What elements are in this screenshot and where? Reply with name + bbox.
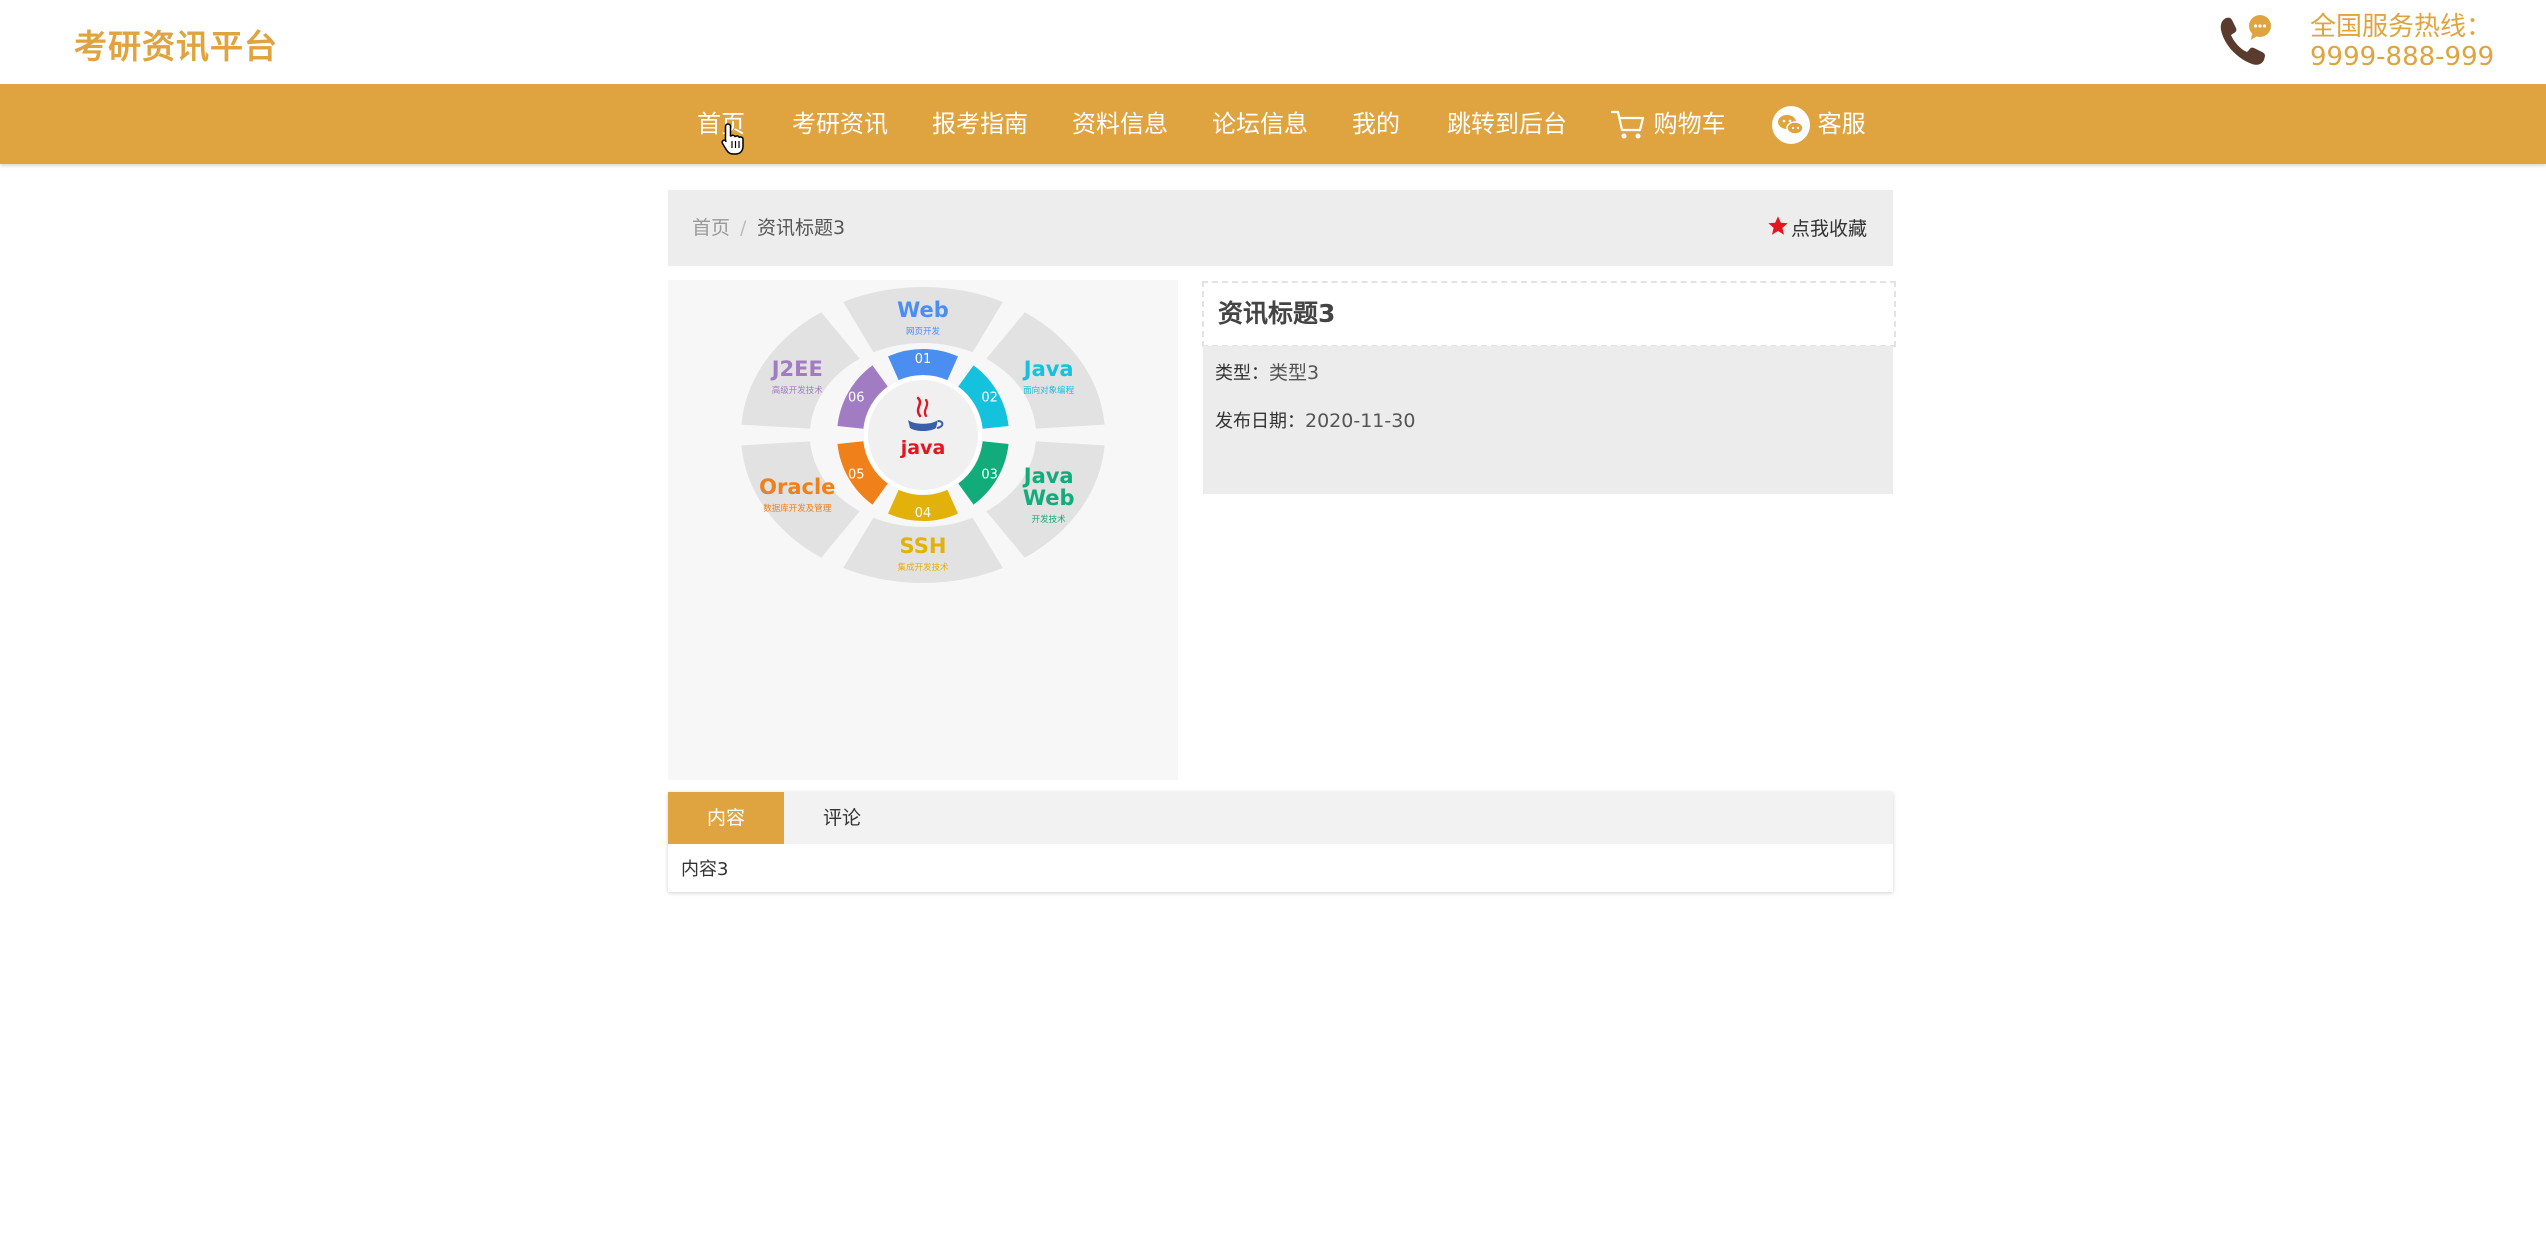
nav-guide[interactable]: 报考指南 bbox=[932, 84, 1028, 164]
infographic-title-03: Web bbox=[1023, 486, 1075, 510]
date-value: 2020-11-30 bbox=[1305, 410, 1416, 432]
infographic-title-05: Oracle bbox=[759, 475, 835, 499]
nav-materials[interactable]: 资料信息 bbox=[1072, 84, 1168, 164]
nav-admin[interactable]: 跳转到后台 bbox=[1447, 84, 1567, 164]
infographic-num-01: 01 bbox=[915, 352, 932, 367]
breadcrumb: 首页 / 资讯标题3 点我收藏 bbox=[668, 190, 1893, 266]
nav-cart-label: 购物车 bbox=[1653, 110, 1726, 138]
article-title: 资讯标题3 bbox=[1218, 299, 1336, 328]
tab-header: 内容 评论 bbox=[668, 792, 1893, 844]
type-label: 类型： bbox=[1215, 363, 1269, 384]
hotline-number: 9999-888-999 bbox=[2310, 42, 2495, 72]
infographic-title-04: SSH bbox=[900, 534, 947, 558]
infographic-num-04: 04 bbox=[915, 506, 932, 521]
java-tech-infographic: java 01Web网页开发02Java面向对象编程03 JavaWeb开发技术0… bbox=[741, 287, 1105, 583]
phone-chat-icon bbox=[2220, 15, 2271, 65]
site-logo[interactable]: 考研资讯平台 bbox=[74, 20, 278, 68]
infographic-sub-06: 高级开发技术 bbox=[772, 385, 824, 396]
nav-news[interactable]: 考研资讯 bbox=[792, 84, 888, 164]
infographic-num-03: 03 bbox=[981, 468, 998, 483]
breadcrumb-current: 资讯标题3 bbox=[757, 217, 846, 239]
article-image: java 01 Web 网页开发 02 Java 面向对象编程 03 Java Web 开发技术 0… bbox=[668, 280, 1178, 780]
date-row: 发布日期：2020-11-30 bbox=[1215, 407, 1415, 433]
infographic-title-01: Web bbox=[897, 298, 949, 322]
cart-icon bbox=[1610, 110, 1645, 139]
type-row: 类型：类型3 bbox=[1215, 358, 1319, 385]
wechat-icon bbox=[1772, 106, 1810, 144]
infographic-center bbox=[864, 376, 982, 494]
tab-content[interactable]: 内容 bbox=[668, 792, 784, 844]
date-label: 发布日期： bbox=[1215, 411, 1305, 432]
infographic-num-02: 02 bbox=[981, 391, 998, 406]
nav-forum[interactable]: 论坛信息 bbox=[1212, 84, 1308, 164]
nav-mine[interactable]: 我的 bbox=[1352, 84, 1400, 164]
nav-service-label: 客服 bbox=[1817, 110, 1866, 138]
hotline: 全国服务热线： 9999-888-999 bbox=[2310, 12, 2494, 72]
infographic-title-02: Java bbox=[1022, 357, 1074, 381]
infographic-sub-04: 集成开发技术 bbox=[897, 562, 949, 573]
main-nav: 首页 考研资讯 报考指南 资料信息 论坛信息 我的 跳转到后台 购物车 客服 bbox=[0, 84, 2546, 164]
article-info: 类型：类型3 发布日期：2020-11-30 bbox=[1203, 346, 1893, 494]
nav-cart[interactable]: 购物车 bbox=[1610, 84, 1726, 164]
top-header: 考研资讯平台 全国服务热线： 9999-888-999 bbox=[0, 0, 2546, 84]
article-title-box: 资讯标题3 bbox=[1202, 281, 1896, 347]
tab-content-body: 内容3 bbox=[681, 859, 729, 880]
star-icon bbox=[1768, 216, 1788, 235]
favorite-label: 点我收藏 bbox=[1790, 218, 1867, 240]
hotline-label: 全国服务热线： bbox=[2310, 12, 2493, 42]
breadcrumb-home[interactable]: 首页 bbox=[692, 190, 730, 266]
infographic-num-06: 06 bbox=[848, 391, 865, 406]
java-center-label: java bbox=[900, 437, 946, 459]
infographic-sub-02: 面向对象编程 bbox=[1023, 385, 1075, 396]
nav-service[interactable]: 客服 bbox=[1772, 84, 1866, 164]
hand-cursor-icon bbox=[721, 123, 744, 155]
breadcrumb-separator: / bbox=[740, 217, 747, 239]
tab-comments[interactable]: 评论 bbox=[784, 792, 900, 844]
infographic-sub-03: 开发技术 bbox=[1032, 514, 1067, 525]
infographic-title-03: Java bbox=[1022, 464, 1074, 488]
detail-tabs: 内容 评论 内容3 bbox=[668, 792, 1893, 892]
infographic-title-06: J2EE bbox=[770, 357, 823, 381]
infographic-num-05: 05 bbox=[848, 468, 865, 483]
type-value: 类型3 bbox=[1269, 362, 1320, 384]
infographic-sub-05: 数据库开发及管理 bbox=[763, 503, 832, 514]
infographic-sub-01: 网页开发 bbox=[906, 326, 941, 337]
favorite-button[interactable]: 点我收藏 bbox=[1767, 190, 1867, 268]
